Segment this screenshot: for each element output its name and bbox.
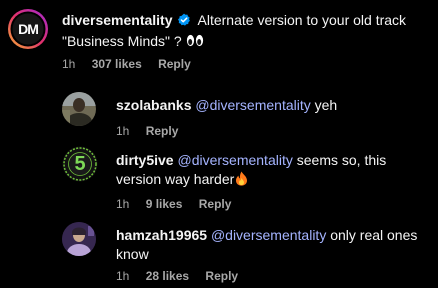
likes-count[interactable]: 307 likes [92,57,142,71]
main-comment-text: diversementality Alternate version to yo… [62,11,432,52]
reply-body-line1: only real ones [326,227,418,243]
timestamp: 1h [62,57,76,71]
reply-meta-szolabanks: 1h Reply [116,124,191,138]
timestamp: 1h [116,124,130,138]
comment-body-line2: "Business Minds" ? [62,33,182,49]
reply-text-dirty5ive: dirty5ive @diversementality seems so, th… [116,151,431,191]
reply-meta-dirty5ive: 1h 9 likes Reply [116,197,244,211]
likes-count[interactable]: 9 likes [146,197,183,211]
username-dirty5ive[interactable]: dirty5ive [116,152,174,168]
username-hamzah19965[interactable]: hamzah19965 [116,227,207,243]
comment-body-line1: Alternate version to your old track [197,12,407,28]
avatar-glyph: 5 [74,153,86,175]
reply-body: yeh [310,97,338,113]
avatar-photo-icon [62,222,96,256]
eyes-emoji-icon [186,33,204,52]
reply-body-line1: seems so, this [292,152,387,168]
reply-body-line2: know [116,246,149,262]
fire-emoji-icon [235,171,248,191]
avatar-diversementality[interactable]: DM [7,8,49,50]
reply-text-hamzah19965: hamzah19965 @diversementality only real … [116,226,431,264]
reply-button[interactable]: Reply [146,124,179,138]
main-comment-meta: 1h 307 likes Reply [62,57,204,71]
avatar-hamzah19965[interactable] [62,222,96,256]
avatar-dirty5ive[interactable]: 5 [62,146,98,182]
timestamp: 1h [116,197,130,211]
mention-link[interactable]: @diversementality [195,97,310,113]
verified-badge-icon [177,13,191,32]
mention-link[interactable]: @diversementality [211,227,326,243]
reply-text-szolabanks: szolabanks @diversementality yeh [116,96,431,115]
avatar-logo-text: DM [18,21,39,37]
reply-button[interactable]: Reply [205,269,238,283]
timestamp: 1h [116,269,130,283]
likes-count[interactable]: 28 likes [146,269,189,283]
reply-meta-hamzah19965: 1h 28 likes Reply [116,269,251,283]
username-szolabanks[interactable]: szolabanks [116,97,191,113]
reply-button[interactable]: Reply [199,197,232,211]
reply-button[interactable]: Reply [158,57,191,71]
avatar-szolabanks[interactable] [62,92,96,126]
username-diversementality[interactable]: diversementality [62,12,173,28]
mention-link[interactable]: @diversementality [177,152,292,168]
avatar-photo-icon [62,92,96,126]
reply-body-line2: version way harder [116,171,235,187]
